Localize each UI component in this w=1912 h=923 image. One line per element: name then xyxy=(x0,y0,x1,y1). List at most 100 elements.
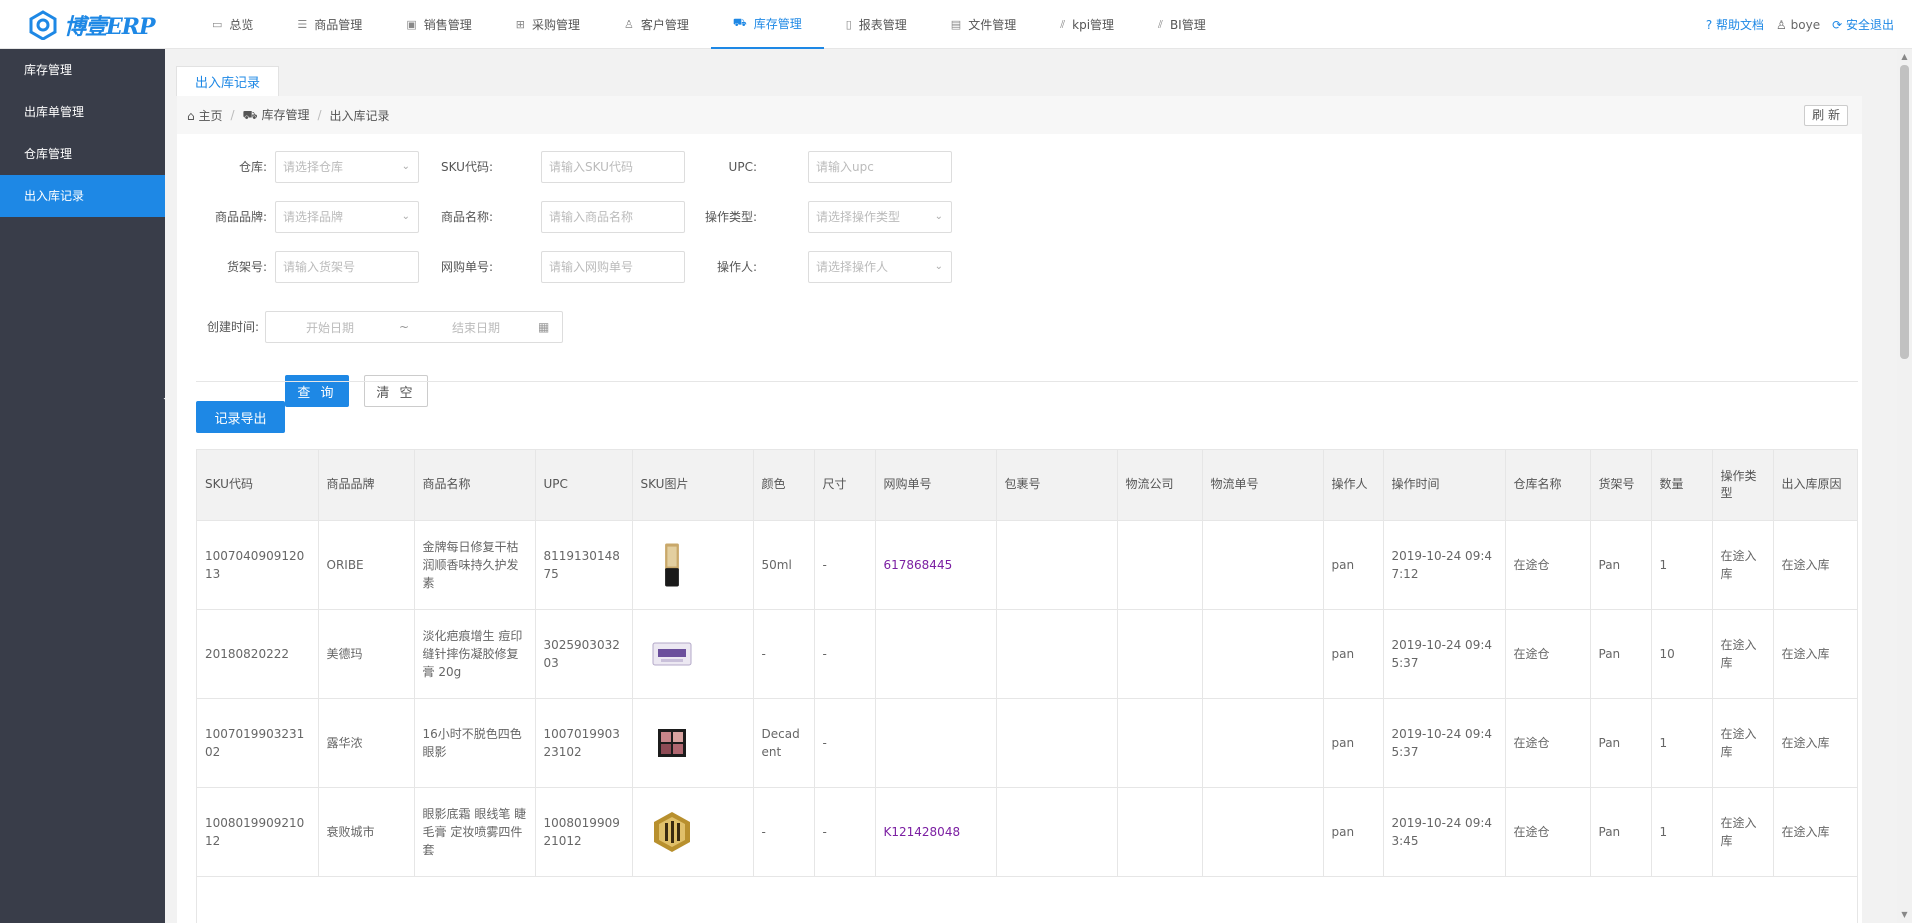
col-header: 操作类型 xyxy=(1712,450,1774,521)
operator-select[interactable]: 请选择操作人 ⌄ xyxy=(808,251,952,283)
nav-item-label: BI管理 xyxy=(1169,18,1206,32)
operator-placeholder: 请选择操作人 xyxy=(816,260,889,274)
product-tube-image[interactable] xyxy=(649,542,695,588)
col-header: SKU代码 xyxy=(197,450,319,521)
nav-item-label: 商品管理 xyxy=(314,18,363,32)
cell-shelf: Pan xyxy=(1590,787,1652,877)
nav-item-files[interactable]: ▤ 文件管理 xyxy=(929,0,1038,49)
monitor-icon: ▭ xyxy=(212,18,223,31)
cell-time: 2019-10-24 09:43:45 xyxy=(1383,787,1506,877)
current-crumb: 出入库记录 xyxy=(329,108,390,123)
shelf-input[interactable]: 请输入货架号 xyxy=(275,251,419,283)
chevron-down-icon: ⌄ xyxy=(934,261,943,272)
cell-order-link[interactable] xyxy=(875,609,997,699)
cell-name: 眼影底霜 眼线笔 睫毛膏 定妆喷雾四件套 xyxy=(414,787,536,877)
cell-reason: 在途入库 xyxy=(1773,520,1857,610)
warehouse-label: 仓库: xyxy=(238,160,267,174)
product-cream-image[interactable] xyxy=(649,631,695,677)
col-header: 物流公司 xyxy=(1117,450,1203,521)
user-menu[interactable]: ♙ boye xyxy=(1776,18,1820,32)
home-crumb[interactable]: ⌂ 主页 xyxy=(187,107,222,124)
cell-op-type: 在途入库 xyxy=(1712,787,1774,877)
sidebar-item-records[interactable]: 出入库记录 xyxy=(0,175,165,217)
upc-input[interactable]: 请输入upc xyxy=(808,151,952,183)
col-header: 物流单号 xyxy=(1202,450,1324,521)
order-label: 网购单号: xyxy=(440,260,493,274)
cell-op-type: 在途入库 xyxy=(1712,520,1774,610)
help-link[interactable]: ? 帮助文档 xyxy=(1706,16,1764,33)
sidebar-item-outbound[interactable]: 出库单管理 xyxy=(0,91,165,133)
nav-item-bi[interactable]: ⫽ BI管理 xyxy=(1136,0,1228,49)
cell-shelf: Pan xyxy=(1590,609,1652,699)
export-button[interactable]: 记录导出 xyxy=(196,401,285,433)
parent-crumb[interactable]: ⛟ 库存管理 xyxy=(243,106,310,124)
logout-link[interactable]: ⟳ 安全退出 xyxy=(1832,16,1894,33)
sku-input[interactable]: 请输入SKU代码 xyxy=(541,151,685,183)
cell-warehouse: 在途仓 xyxy=(1505,609,1591,699)
nav-item-label: 报表管理 xyxy=(858,18,907,32)
user-icon: ♙ xyxy=(623,18,634,31)
nav-item-kpi[interactable]: ⫽ kpi管理 xyxy=(1038,0,1136,49)
table-row: 100704090912013 ORIBE 金牌每日修复干枯润顺香味持久护发素 … xyxy=(197,520,1857,610)
nav-item-sales[interactable]: ▣ 销售管理 xyxy=(384,0,493,49)
grid-icon: ⊞ xyxy=(515,18,525,31)
nav-item-reports[interactable]: ▯ 报表管理 xyxy=(824,0,929,49)
cell-order-link[interactable]: 617868445 xyxy=(875,520,997,610)
main-nav: ▭ 总览 ☰ 商品管理 ▣ 销售管理 ⊞ 采购管理 ♙ 客户管理 ⛟ 库存管理 ▯ 报表管理 … xyxy=(190,0,1228,49)
nav-item-overview[interactable]: ▭ 总览 xyxy=(190,0,275,49)
cell-shelf: Pan xyxy=(1590,698,1652,788)
query-button[interactable]: 查 询 xyxy=(285,375,349,407)
col-header: 商品名称 xyxy=(414,450,536,521)
product-palette-image[interactable] xyxy=(649,720,695,766)
logout-icon: ⟳ xyxy=(1832,18,1843,32)
logo[interactable]: 博壹ERP xyxy=(28,8,156,42)
op-type-placeholder: 请选择操作类型 xyxy=(816,210,901,224)
cell-order-link[interactable] xyxy=(875,698,997,788)
cell-package xyxy=(996,698,1118,788)
nav-item-label: kpi管理 xyxy=(1072,18,1115,32)
cell-tracking xyxy=(1202,609,1324,699)
crumb-separator: / xyxy=(317,108,322,122)
start-date[interactable]: 开始日期 xyxy=(266,319,394,336)
cell-upc: 100801990921012 xyxy=(535,787,633,877)
nav-item-inventory[interactable]: ⛟ 库存管理 xyxy=(710,0,824,49)
chevron-down-icon: ⌄ xyxy=(934,211,943,222)
order-input[interactable]: 请输入网购单号 xyxy=(541,251,685,283)
range-separator: ~ xyxy=(398,320,410,334)
op-type-select[interactable]: 请选择操作类型 ⌄ xyxy=(808,201,952,233)
cell-op-type: 在途入库 xyxy=(1712,609,1774,699)
product-gold-set-image[interactable] xyxy=(649,809,695,855)
date-range-picker[interactable]: 开始日期 ~ 结束日期 ▦ xyxy=(265,311,563,343)
logo-text: 博壹ERP xyxy=(64,14,156,40)
nav-item-purchase[interactable]: ⊞ 采购管理 xyxy=(494,0,602,49)
warehouse-select[interactable]: 请选择仓库 ⌄ xyxy=(275,151,419,183)
scroll-up-icon[interactable]: ▲ xyxy=(1900,53,1909,61)
cell-brand: 美德玛 xyxy=(318,609,415,699)
page-scrollbar[interactable]: ▲ ▼ xyxy=(1897,49,1912,923)
brand-select[interactable]: 请选择品牌 ⌄ xyxy=(275,201,419,233)
clear-button[interactable]: 清 空 xyxy=(364,375,428,407)
end-date[interactable]: 结束日期 xyxy=(414,319,538,336)
cell-package xyxy=(996,787,1118,877)
table-row: 20180820222 美德玛 淡化疤痕增生 痘印缝针摔伤凝胶修复膏 20g 3… xyxy=(197,609,1857,699)
cell-brand: 露华浓 xyxy=(318,698,415,788)
name-input[interactable]: 请输入商品名称 xyxy=(541,201,685,233)
chart-icon: ⫽ xyxy=(1158,17,1163,31)
scrollbar-thumb[interactable] xyxy=(1900,65,1909,359)
nav-item-products[interactable]: ☰ 商品管理 xyxy=(275,0,384,49)
op-type-label: 操作类型: xyxy=(704,210,757,224)
col-header: 尺寸 xyxy=(814,450,876,521)
nav-item-customers[interactable]: ♙ 客户管理 xyxy=(602,0,711,49)
sidebar-item-inventory[interactable]: 库存管理 xyxy=(0,49,165,91)
tab-records[interactable]: 出入库记录 xyxy=(176,66,279,96)
cell-color: - xyxy=(753,609,815,699)
divider xyxy=(196,381,1858,382)
sidebar-item-warehouse[interactable]: 仓库管理 xyxy=(0,133,165,175)
scroll-down-icon[interactable]: ▼ xyxy=(1900,911,1909,919)
col-header: 数量 xyxy=(1651,450,1713,521)
cell-order-link[interactable]: K121428048 xyxy=(875,787,997,877)
document-icon: ▤ xyxy=(950,18,962,31)
refresh-button[interactable]: 刷 新 xyxy=(1804,105,1848,126)
question-icon: ? xyxy=(1705,18,1713,32)
col-header: UPC xyxy=(535,450,633,521)
